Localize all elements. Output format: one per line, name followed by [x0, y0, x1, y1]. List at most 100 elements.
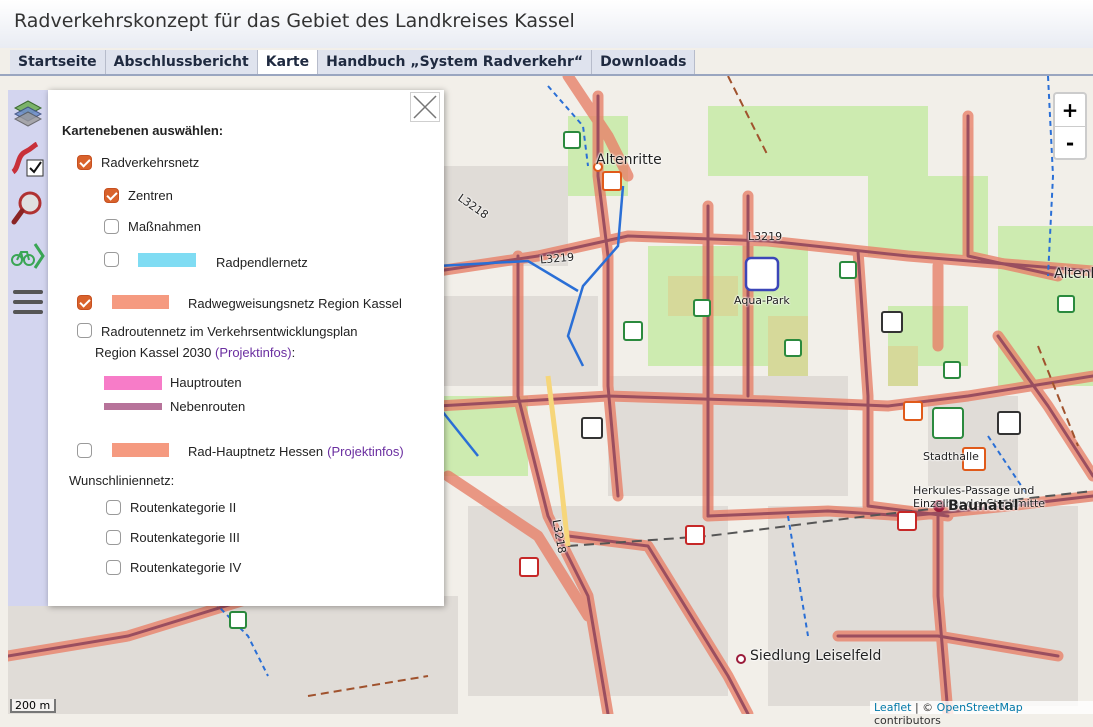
- art-marker-icon[interactable]: [581, 417, 603, 439]
- route-check-tool-button[interactable]: [8, 138, 48, 182]
- hauptrouten-swatch: [104, 375, 162, 390]
- station-marker-icon[interactable]: [519, 557, 539, 577]
- map-attribution: Leaflet | © OpenStreetMap contributors: [870, 701, 1093, 727]
- zoom-in-button[interactable]: +: [1055, 94, 1085, 127]
- layer-radwegweisungsnetz-label: Radwegweisungsnetz Region Kassel: [188, 296, 402, 311]
- checkbox-radverkehrsnetz[interactable]: [77, 155, 92, 170]
- swimming-pool-icon[interactable]: [744, 256, 780, 292]
- radroutennetz-projektinfos-link[interactable]: (Projektinfos): [215, 345, 292, 360]
- layer-routenkategorie-4: Routenkategorie IV: [106, 560, 241, 575]
- layer-routenkategorie-3: Routenkategorie III: [106, 530, 240, 545]
- leaflet-link[interactable]: Leaflet: [874, 701, 911, 714]
- label-stadthalle: Stadthalle: [923, 450, 979, 463]
- layer-routenkategorie-2: Routenkategorie II: [106, 500, 236, 515]
- label-altenritte: Altenritte: [596, 152, 662, 168]
- label-l3219-b: L3219: [748, 230, 783, 243]
- center-marker-icon[interactable]: [943, 361, 961, 379]
- art-marker-icon[interactable]: [881, 311, 903, 333]
- layers-icon: [13, 100, 43, 127]
- nebenrouten-swatch: [104, 403, 162, 410]
- main-tabs: Startseite Abschlussbericht Karte Handbu…: [10, 50, 696, 74]
- tab-startseite[interactable]: Startseite: [10, 50, 106, 74]
- panel-heading: Kartenebenen auswählen:: [62, 123, 224, 138]
- layer-radverkehrsnetz: Radverkehrsnetz: [77, 155, 199, 170]
- checkbox-radroutennetz[interactable]: [77, 323, 92, 338]
- search-tool-button[interactable]: [8, 186, 48, 230]
- layer-panel: Kartenebenen auswählen: Radverkehrsnetz …: [48, 90, 444, 606]
- legend-nebenrouten-label: Nebenrouten: [170, 399, 246, 414]
- page-title: Radverkehrskonzept für das Gebiet des La…: [14, 10, 575, 32]
- map-toolbar: [8, 90, 48, 606]
- layer-radhauptnetz-label: Rad-Hauptnetz Hessen: [188, 444, 324, 459]
- district-dot: [736, 654, 746, 664]
- radhauptnetz-swatch: [112, 443, 169, 457]
- layer-routenkategorie-3-label: Routenkategorie III: [130, 530, 240, 545]
- tab-karte[interactable]: Karte: [257, 50, 319, 74]
- menu-icon: [13, 290, 43, 314]
- center-marker-icon[interactable]: [229, 611, 247, 629]
- checkbox-radhauptnetz[interactable]: [77, 442, 92, 458]
- layers-tool-button[interactable]: [8, 90, 48, 134]
- checkbox-zentren[interactable]: [104, 188, 119, 203]
- checkbox-radpendlernetz[interactable]: [104, 252, 119, 267]
- label-baunatal: Baunatal: [948, 498, 1019, 514]
- search-icon: [11, 191, 42, 225]
- layer-radroutennetz-text: Radroutennetz im Verkehrsentwicklungspla…: [95, 321, 358, 363]
- osm-link[interactable]: OpenStreetMap: [937, 701, 1023, 714]
- close-panel-button[interactable]: [410, 92, 440, 122]
- station-marker-icon[interactable]: [685, 525, 705, 545]
- tab-abschlussbericht[interactable]: Abschlussbericht: [105, 50, 258, 74]
- layer-radpendlernetz-label: Radpendlernetz: [216, 255, 308, 270]
- label-altenb: Altenb: [1054, 266, 1093, 282]
- radhauptnetz-projektinfos-link[interactable]: (Projektinfos): [327, 444, 404, 459]
- center-marker-icon[interactable]: [839, 261, 857, 279]
- route-check-icon: [11, 142, 44, 177]
- checkbox-radwegweisungsnetz[interactable]: [77, 294, 92, 310]
- layer-massnahmen: Maßnahmen: [104, 219, 201, 234]
- attribution-separator: | ©: [911, 701, 937, 714]
- map-scale: 200 m: [10, 699, 56, 713]
- label-herkules-1: Herkules-Passage und: [913, 484, 1035, 497]
- label-aqua-park: Aqua-Park: [734, 294, 790, 307]
- checkbox-routenkategorie-2[interactable]: [106, 500, 121, 515]
- layer-radroutennetz: Radroutennetz im Verkehrsentwicklungspla…: [77, 323, 358, 363]
- layer-zentren-label: Zentren: [128, 188, 173, 203]
- center-marker-large-icon[interactable]: [932, 407, 964, 439]
- checkbox-massnahmen[interactable]: [104, 219, 119, 234]
- radroutennetz-colon: :: [291, 345, 296, 360]
- layer-radwegweisungsnetz: Radwegweisungsnetz Region Kassel: [77, 293, 402, 311]
- legend-nebenrouten: Nebenrouten: [104, 399, 245, 414]
- menu-tool-button[interactable]: [8, 280, 48, 324]
- center-marker-icon[interactable]: [784, 339, 802, 357]
- center-marker-icon[interactable]: [1057, 295, 1075, 313]
- center-marker-icon[interactable]: [563, 131, 581, 149]
- layer-radpendlernetz: Radpendlernetz: [104, 249, 308, 270]
- app-header: Radverkehrskonzept für das Gebiet des La…: [0, 0, 1093, 48]
- center-marker-icon[interactable]: [623, 321, 643, 341]
- layer-routenkategorie-2-label: Routenkategorie II: [130, 500, 237, 515]
- bike-tool-button[interactable]: [8, 234, 48, 278]
- label-siedlung-leiselfeld: Siedlung Leiselfeld: [750, 648, 882, 664]
- layer-radroutennetz-label-line2-wrap: Region Kassel 2030 (Projektinfos):: [95, 342, 358, 363]
- service-marker-icon[interactable]: [997, 411, 1021, 435]
- checkbox-routenkategorie-3[interactable]: [106, 530, 121, 545]
- center-marker-icon[interactable]: [693, 299, 711, 317]
- layer-radverkehrsnetz-label: Radverkehrsnetz: [101, 155, 200, 170]
- zoom-control: + -: [1053, 92, 1087, 160]
- tab-handbuch[interactable]: Handbuch „System Radverkehr“: [318, 50, 593, 74]
- close-icon: [410, 92, 440, 122]
- shopping-marker-icon[interactable]: [903, 401, 923, 421]
- checkbox-routenkategorie-4[interactable]: [106, 560, 121, 575]
- zoom-out-button[interactable]: -: [1055, 127, 1085, 159]
- tab-downloads[interactable]: Downloads: [592, 50, 696, 74]
- wunschliniennetz-heading: Wunschliniennetz:: [69, 473, 175, 488]
- layer-routenkategorie-4-label: Routenkategorie IV: [130, 560, 242, 575]
- layer-zentren: Zentren: [104, 188, 173, 203]
- station-marker-icon[interactable]: [897, 511, 917, 531]
- radwegweisungsnetz-swatch: [112, 295, 169, 309]
- shopping-marker-icon[interactable]: [602, 171, 622, 191]
- legend-hauptrouten: Hauptrouten: [104, 375, 242, 390]
- attribution-rest: contributors: [874, 714, 941, 727]
- bike-icon: [11, 243, 45, 269]
- layer-radroutennetz-label-line1: Radroutennetz im Verkehrsentwicklungspla…: [101, 324, 358, 339]
